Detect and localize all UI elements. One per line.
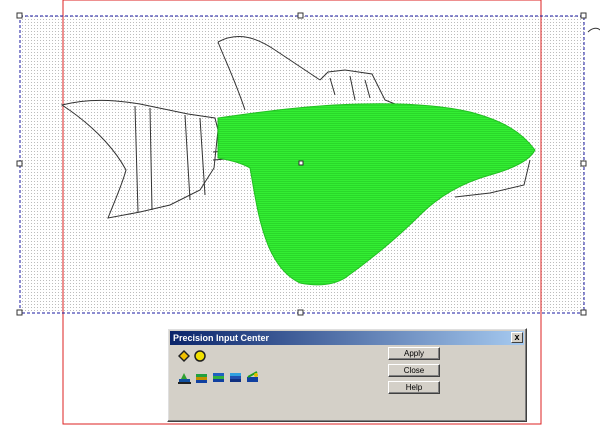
point-mode-icon[interactable] (178, 349, 190, 362)
apply-button[interactable]: Apply (388, 347, 440, 360)
cut-tool-icon[interactable] (246, 371, 258, 383)
dialog-title: Precision Input Center (173, 333, 270, 343)
close-button[interactable]: Close (388, 364, 440, 377)
digitize-tool-icon[interactable] (178, 371, 191, 384)
stack-tool-icon[interactable] (212, 371, 224, 383)
dialog-titlebar[interactable]: Precision Input Center x (170, 331, 524, 345)
help-button[interactable]: Help (388, 381, 440, 394)
stack-alt-tool-icon[interactable] (229, 371, 241, 383)
precision-input-dialog: Precision Input Center x Apply Close Hel… (167, 328, 527, 422)
center-marker[interactable] (298, 160, 304, 166)
layer-tool-icon[interactable] (195, 371, 207, 383)
circle-mode-icon[interactable] (194, 349, 206, 362)
close-icon[interactable]: x (511, 332, 523, 343)
